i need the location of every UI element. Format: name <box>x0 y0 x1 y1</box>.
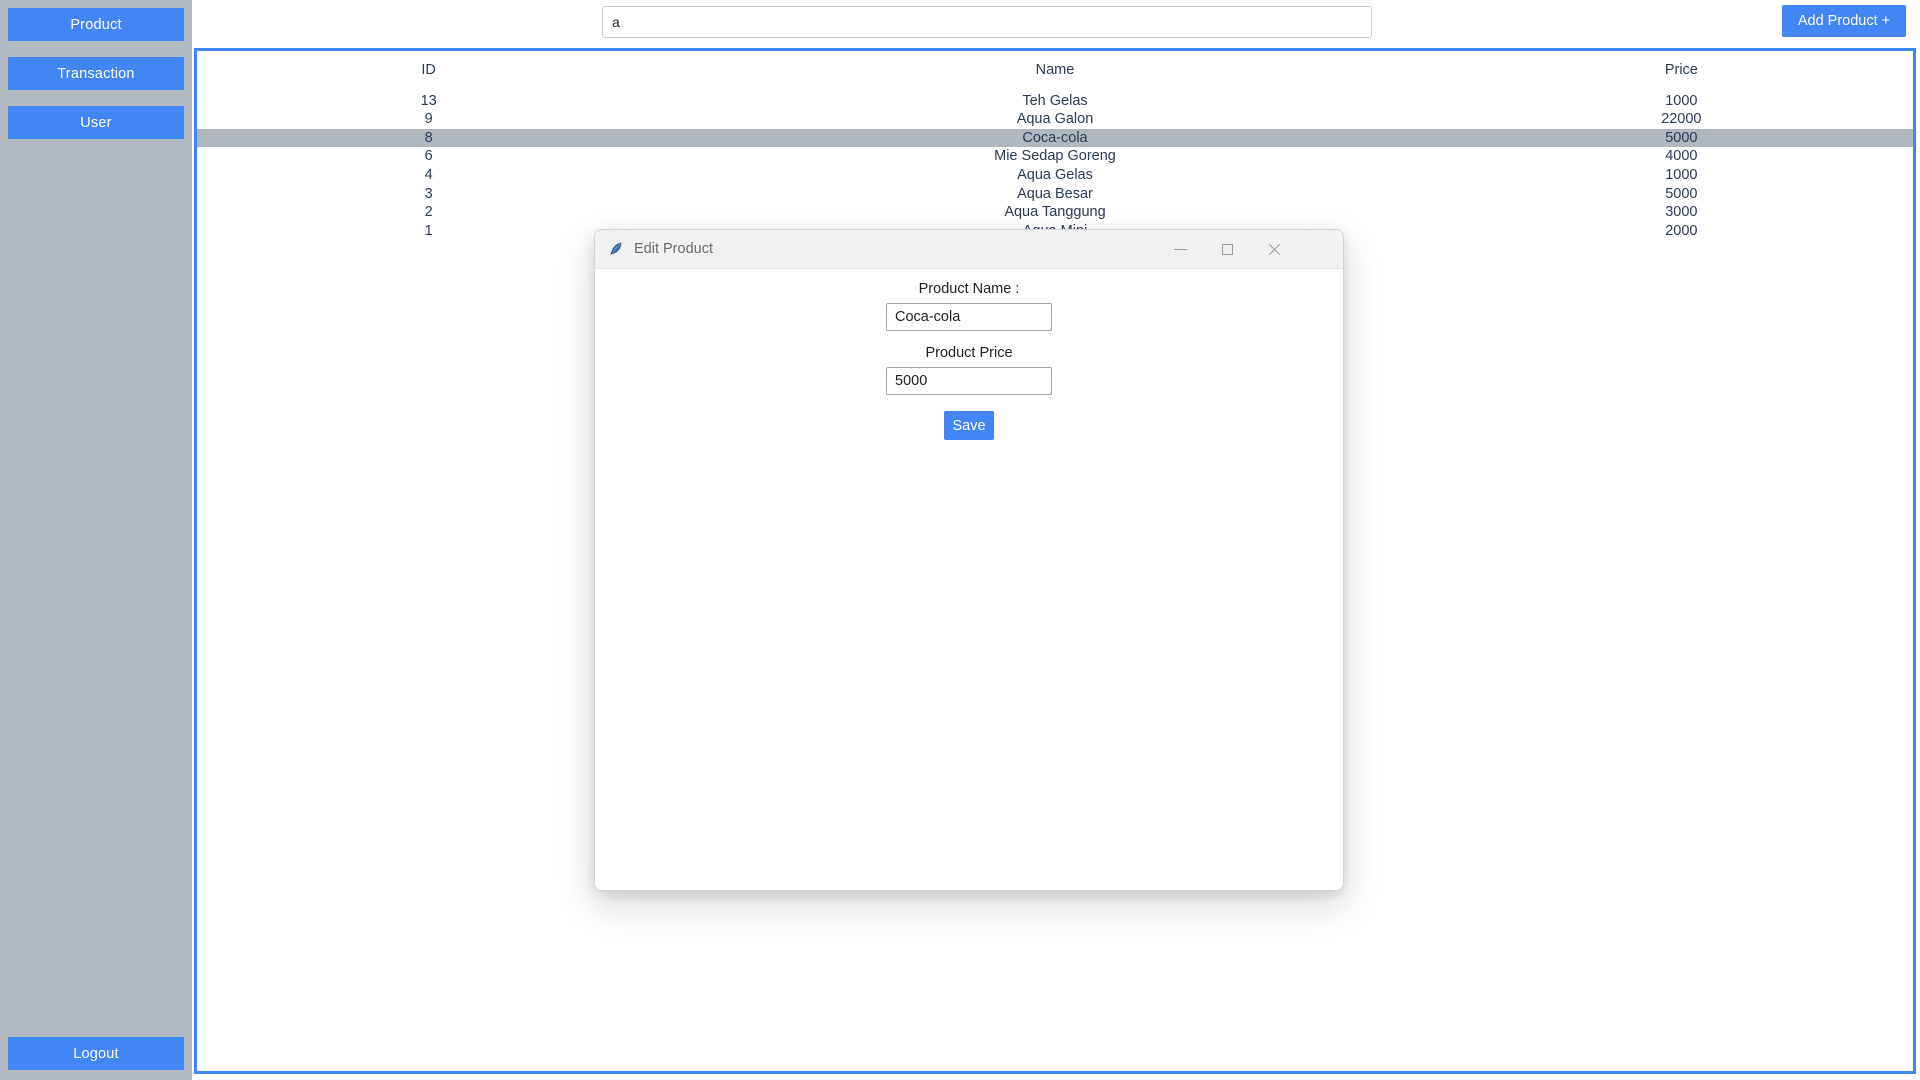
edit-product-dialog: Edit Product Product Name : Product Pric… <box>594 229 1344 891</box>
feather-icon <box>610 242 622 255</box>
dialog-body: Product Name : Product Price Save <box>595 269 1343 890</box>
cell-price: 5000 <box>1449 128 1913 148</box>
save-button[interactable]: Save <box>944 411 994 440</box>
maximize-button[interactable] <box>1204 230 1250 269</box>
cell-name: Aqua Gelas <box>1017 166 1093 183</box>
product-management-window: Product Transaction User Logout Add Prod… <box>0 0 1920 1080</box>
cell-id: 3 <box>424 185 433 202</box>
cell-id: 2 <box>424 204 433 221</box>
table-header: ID Name Price <box>197 51 1913 92</box>
cell-name: Mie Sedap Goreng <box>994 148 1116 165</box>
cell-name: Coca-cola <box>660 128 1450 148</box>
sidebar-item-label: Transaction <box>57 65 135 82</box>
cell-id: 9 <box>424 111 433 128</box>
cell-price: 22000 <box>1661 111 1702 128</box>
product-price-input[interactable] <box>886 367 1052 395</box>
cell-price: 2000 <box>1665 222 1698 239</box>
cell-id: 13 <box>420 92 437 109</box>
table-row[interactable]: 3 Aqua Besar 5000 <box>197 185 1913 204</box>
sidebar: Product Transaction User Logout <box>0 0 192 1080</box>
close-button[interactable] <box>1251 230 1297 269</box>
minimize-button[interactable] <box>1157 230 1203 269</box>
cell-name: Aqua Galon <box>1016 111 1094 128</box>
dialog-titlebar[interactable]: Edit Product <box>595 230 1343 269</box>
sidebar-item-user[interactable]: User <box>8 106 184 139</box>
cell-id: 6 <box>424 148 433 165</box>
cell-name: Aqua Tanggung <box>1004 204 1106 221</box>
product-name-input[interactable] <box>886 303 1052 331</box>
product-name-label: Product Name : <box>918 281 1020 297</box>
logout-label: Logout <box>73 1045 119 1062</box>
table-row[interactable]: 2 Aqua Tanggung 3000 <box>197 203 1913 222</box>
column-header-price[interactable]: Price <box>1450 51 1913 92</box>
maximize-icon <box>1221 244 1233 255</box>
table-header-row: ID Name Price <box>197 51 1913 92</box>
cell-id: 1 <box>424 222 433 239</box>
add-product-button[interactable]: Add Product + <box>1782 5 1906 37</box>
sidebar-item-product[interactable]: Product <box>8 8 184 41</box>
cell-id: 8 <box>197 128 661 148</box>
cell-price: 1000 <box>1665 166 1698 183</box>
column-header-id[interactable]: ID <box>197 51 660 92</box>
table-row[interactable]: 13 Teh Gelas 1000 <box>197 92 1913 111</box>
table-row[interactable]: 4 Aqua Gelas 1000 <box>197 166 1913 185</box>
sidebar-item-label: Product <box>70 16 122 33</box>
cell-price: 4000 <box>1665 148 1698 165</box>
table-body: 13 Teh Gelas 1000 9 Aqua Galon 22000 8 Coca-col… <box>197 92 1913 241</box>
toolbar: Add Product + <box>192 0 1920 48</box>
product-table: ID Name Price 13 Teh Gelas 1000 9 Aqua Galon… <box>197 51 1913 240</box>
cell-name: Aqua Besar <box>1017 185 1093 202</box>
table-row[interactable]: 9 Aqua Galon 22000 <box>197 110 1913 129</box>
search-input[interactable] <box>602 6 1372 38</box>
close-icon <box>1267 243 1281 257</box>
table-row[interactable]: 6 Mie Sedap Goreng 4000 <box>197 147 1913 166</box>
sidebar-item-transaction[interactable]: Transaction <box>8 57 184 90</box>
cell-id: 4 <box>424 166 433 183</box>
table-row[interactable]: 8 Coca-cola 5000 <box>197 128 1913 148</box>
cell-price: 3000 <box>1665 204 1698 221</box>
column-header-name[interactable]: Name <box>660 51 1449 92</box>
sidebar-item-label: User <box>80 114 112 131</box>
cell-price: 5000 <box>1665 185 1698 202</box>
dialog-title: Edit Product <box>634 241 713 257</box>
cell-price: 1000 <box>1665 92 1698 109</box>
minimize-icon <box>1173 249 1187 250</box>
cell-name: Teh Gelas <box>1022 92 1088 109</box>
logout-button[interactable]: Logout <box>8 1037 184 1070</box>
product-price-label: Product Price <box>925 345 1013 361</box>
